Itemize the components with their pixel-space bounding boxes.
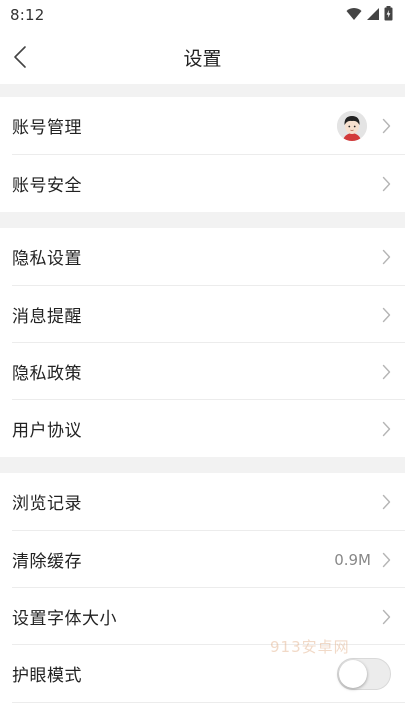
row-account-management[interactable]: 账号管理 [0,97,405,154]
row-label: 设置字体大小 [12,609,117,629]
row-label: 账号安全 [12,176,82,196]
chevron-right-icon [379,419,393,439]
page-title: 设置 [183,47,222,70]
chevron-right-icon [379,116,393,136]
chevron-right-icon [379,607,393,627]
header: 设置 [0,30,405,84]
row-account-security[interactable]: 账号安全 [0,155,405,212]
chevron-right-icon [379,174,393,194]
toggle-knob [339,659,367,688]
chevron-right-icon [379,492,393,512]
row-label: 隐私设置 [12,249,82,269]
chevron-right-icon [379,362,393,382]
section-separator [0,457,405,473]
settings-screen: 8:12 设置 账号管理 账号安全 隐私设置 消息提醒 隐私政策 用户协议 浏览… [0,0,405,720]
row-browsing-history[interactable]: 浏览记录 [0,473,405,530]
status-bar: 8:12 [0,0,405,30]
status-icons [346,5,393,25]
row-label: 护眼模式 [12,666,82,686]
row-label: 浏览记录 [12,494,82,514]
row-label: 用户协议 [12,421,82,441]
avatar [337,110,367,141]
chevron-right-icon [379,305,393,325]
row-label: 隐私政策 [12,364,82,384]
section-separator [0,212,405,228]
chevron-right-icon [379,550,393,570]
wifi-icon [346,6,362,25]
status-time: 8:12 [10,6,45,24]
back-button[interactable] [4,38,36,76]
row-divider [12,702,405,703]
chevron-left-icon [14,46,26,68]
row-message-notification[interactable]: 消息提醒 [0,286,405,343]
row-clear-cache[interactable]: 清除缓存 0.9M [0,531,405,588]
row-privacy-settings[interactable]: 隐私设置 [0,228,405,285]
eye-protection-toggle[interactable] [337,657,391,690]
row-label: 清除缓存 [12,552,82,572]
cache-size-value: 0.9M [334,550,371,569]
chevron-right-icon [379,247,393,267]
watermark: 913安卓网 [270,638,350,656]
row-user-agreement[interactable]: 用户协议 [0,400,405,457]
row-label: 账号管理 [12,118,82,138]
row-privacy-policy[interactable]: 隐私政策 [0,343,405,400]
row-label: 消息提醒 [12,307,82,327]
battery-icon [384,5,393,25]
signal-icon [366,6,380,25]
section-separator [0,84,405,97]
